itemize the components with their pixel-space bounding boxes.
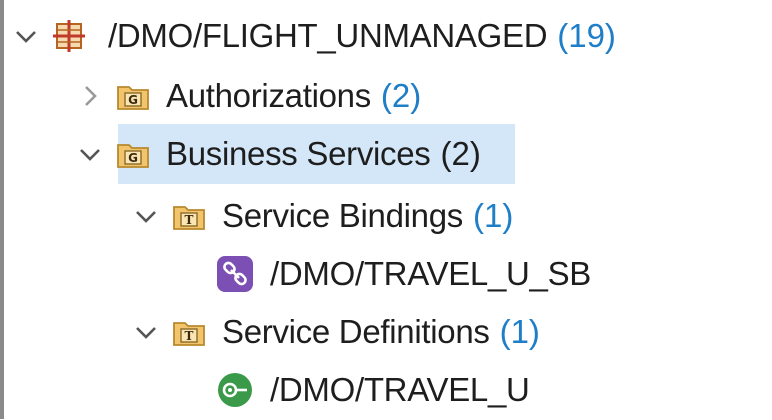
- tree-node-label: Business Services: [166, 135, 431, 172]
- tree-node-travel-u-sb[interactable]: /DMO/TRAVEL_U_SB: [216, 244, 591, 304]
- folder-g-icon: G: [116, 137, 150, 171]
- chevron-down-icon[interactable]: [76, 140, 104, 168]
- tree-node-service-bindings[interactable]: T Service Bindings (1): [132, 186, 513, 246]
- tree-node-label: /DMO/TRAVEL_U: [270, 371, 530, 408]
- service-definition-icon: [216, 371, 254, 409]
- tree-node-business-services-content[interactable]: G Business Services (2): [76, 124, 481, 184]
- tree-node-travel-u[interactable]: /DMO/TRAVEL_U: [216, 360, 530, 420]
- folder-t-icon: T: [172, 315, 206, 349]
- tree-node-count: (19): [557, 17, 616, 54]
- folder-g-icon: G: [116, 79, 150, 113]
- tree-node-count: (1): [473, 197, 514, 234]
- svg-text:T: T: [185, 329, 194, 343]
- tree-node-label: Authorizations: [166, 77, 371, 114]
- chevron-down-icon[interactable]: [132, 202, 160, 230]
- svg-text:G: G: [128, 151, 138, 165]
- package-icon: [52, 19, 86, 53]
- chevron-down-icon[interactable]: [12, 22, 40, 50]
- chevron-down-icon[interactable]: [132, 318, 160, 346]
- project-explorer-tree: /DMO/FLIGHT_UNMANAGED (19) G Authorizati…: [0, 0, 772, 419]
- tree-node-count: (1): [499, 313, 540, 350]
- tree-node-label: Service Definitions: [222, 313, 490, 350]
- service-binding-icon: [216, 255, 254, 293]
- tree-node-label: /DMO/FLIGHT_UNMANAGED: [108, 17, 548, 54]
- svg-text:G: G: [128, 93, 138, 107]
- tree-node-count: (2): [380, 77, 422, 114]
- tree-node-root[interactable]: /DMO/FLIGHT_UNMANAGED (19): [12, 6, 616, 66]
- tree-node-label: Service Bindings: [222, 197, 463, 234]
- svg-text:T: T: [185, 213, 194, 227]
- tree-node-label: /DMO/TRAVEL_U_SB: [270, 255, 592, 292]
- folder-t-icon: T: [172, 199, 206, 233]
- chevron-right-icon[interactable]: [76, 82, 104, 110]
- tree-node-service-definitions[interactable]: T Service Definitions (1): [132, 302, 540, 362]
- tree-node-count: (2): [440, 135, 481, 172]
- tree-node-authorizations[interactable]: G Authorizations (2): [76, 66, 421, 126]
